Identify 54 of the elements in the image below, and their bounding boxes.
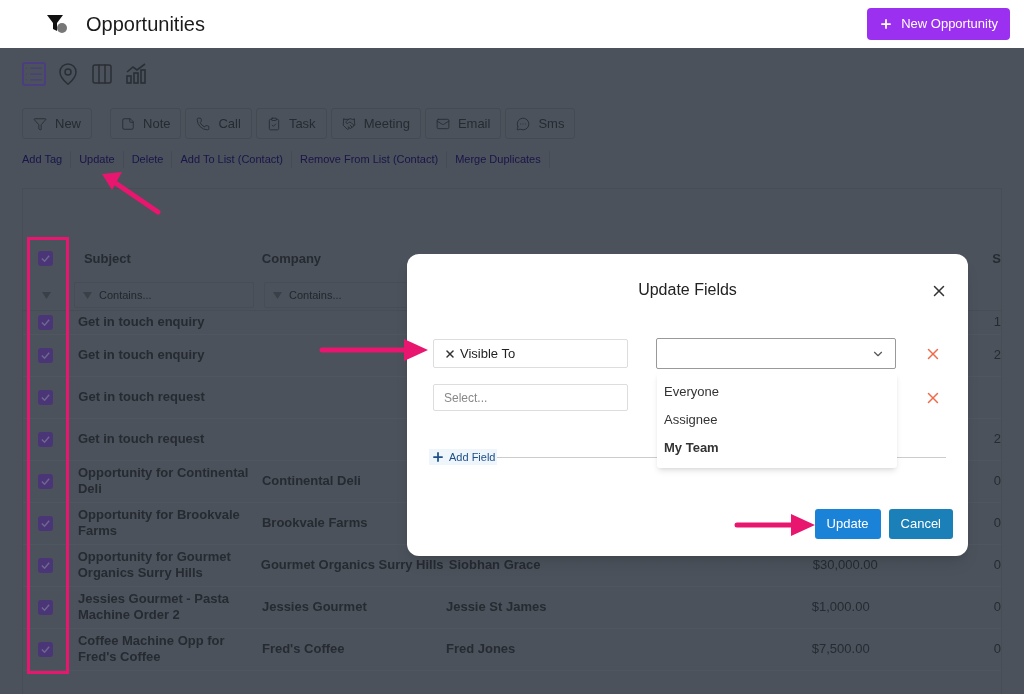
checkmark-icon [39,559,51,571]
bulk-action-link[interactable]: Delete [131,151,164,168]
checkbox[interactable] [38,389,54,405]
new-opportunity-button[interactable]: New Opportunity [867,8,1010,40]
list-view-icon[interactable] [22,62,46,86]
handshake-icon [341,116,356,131]
board-view-icon[interactable] [90,62,114,86]
checkbox[interactable] [38,473,53,489]
checkmark-icon [39,253,51,264]
bulk-action-link[interactable]: Merge Duplicates [455,151,541,168]
funnel-icon [33,116,47,131]
field-select[interactable]: Select... [433,384,629,411]
checkmark-icon [40,601,51,613]
checkbox[interactable] [38,641,53,657]
dropdown-option[interactable]: Everyone [657,378,897,406]
checkbox[interactable] [38,431,53,447]
dropdown-option[interactable]: Assignee [657,406,897,434]
checkbox[interactable] [38,515,53,531]
bulk-action-link[interactable]: Update [79,151,115,168]
checkbox[interactable] [38,599,53,615]
remove-icon[interactable] [444,347,456,360]
plus-icon [879,17,894,31]
checkmark-icon [40,433,51,445]
note-icon [121,116,135,131]
checkbox[interactable] [38,347,53,363]
bulk-action-link[interactable]: Add Tag [22,151,63,168]
dialog-title: Update Fields [638,280,737,300]
checkbox[interactable] [37,557,53,573]
plus-icon [431,450,445,464]
map-pin-icon[interactable] [56,62,80,86]
chat-icon [516,116,531,131]
checkbox[interactable] [37,251,53,266]
annotation-arrow [100,170,162,216]
chart-icon[interactable] [124,62,148,86]
checkmark-icon [40,316,51,328]
value-select[interactable] [656,338,897,369]
funnel-dollar-icon [46,14,68,34]
mail-icon [435,116,450,131]
checkmark-icon [40,391,52,403]
bulk-action-link[interactable]: Add To List (Contact) [180,151,283,168]
bulk-action-link[interactable]: Remove From List (Contact) [299,151,439,168]
page-title: Opportunities [86,12,205,37]
checkmark-icon [40,349,51,361]
checkmark-icon [40,475,51,487]
add-field-button[interactable]: Add Field [429,449,498,465]
phone-icon [196,116,211,131]
checkmark-icon [40,517,51,529]
clipboard-icon [266,116,281,131]
cancel-button[interactable]: Cancel [888,509,953,539]
checkmark-icon [40,643,51,655]
checkbox[interactable] [38,314,53,330]
update-button[interactable]: Update [814,509,881,539]
dropdown-option[interactable]: My Team [657,434,897,462]
field-select[interactable]: Visible To [433,339,629,368]
